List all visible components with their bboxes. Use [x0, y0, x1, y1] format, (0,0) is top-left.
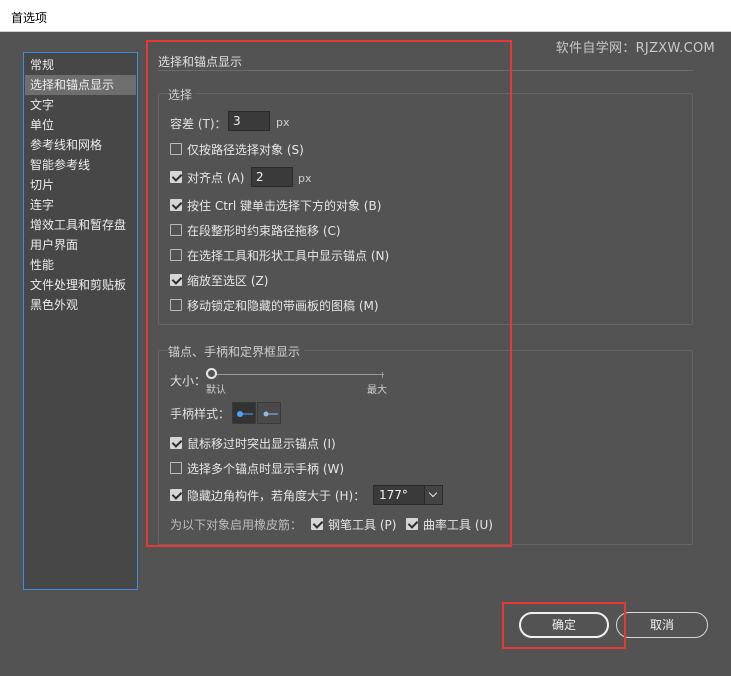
tolerance-unit: px: [276, 116, 290, 129]
tolerance-label: 容差 (T)：: [170, 117, 227, 131]
panel-title: 选择和锚点显示: [158, 55, 243, 69]
curvature-tool-checkbox[interactable]: [406, 518, 418, 530]
handle-style-solid-button[interactable]: [232, 402, 256, 424]
zoom-to-selection-checkbox[interactable]: [170, 274, 182, 286]
pen-tool-checkbox[interactable]: [311, 518, 323, 530]
sidebar-item-plugins-scratch[interactable]: 增效工具和暂存盘: [25, 215, 136, 235]
constrain-path-checkbox[interactable]: [170, 224, 182, 236]
angle-value: 177°: [379, 488, 408, 502]
hide-corner-widget-label: 隐藏边角构件，若角度大于 (H)：: [187, 489, 366, 503]
ok-button[interactable]: 确定: [519, 612, 609, 638]
sidebar-item-type[interactable]: 文字: [25, 95, 136, 115]
sidebar-item-slices[interactable]: 切片: [25, 175, 136, 195]
move-locked-label: 移动锁定和隐藏的带画板的图稿 (M): [187, 299, 379, 313]
zoom-to-selection-label: 缩放至选区 (Z): [187, 274, 269, 288]
sidebar-item-general[interactable]: 常规: [25, 55, 136, 75]
sidebar-item-performance[interactable]: 性能: [25, 255, 136, 275]
pen-tool-label: 钢笔工具 (P): [328, 518, 397, 532]
move-locked-checkbox[interactable]: [170, 299, 182, 311]
handle-hollow-icon: [263, 411, 278, 417]
show-handles-multi-checkbox[interactable]: [170, 462, 182, 474]
ctrl-click-label: 按住 Ctrl 键单击选择下方的对象 (B): [187, 199, 382, 213]
window-title: 首选项: [11, 11, 48, 25]
sidebar-item-units[interactable]: 单位: [25, 115, 136, 135]
snap-to-point-label: 对齐点 (A): [187, 171, 245, 185]
curvature-tool-label: 曲率工具 (U): [423, 518, 493, 532]
chevron-down-icon[interactable]: [424, 486, 442, 504]
sidebar-item-black-appearance[interactable]: 黑色外观: [25, 295, 136, 315]
size-slider-track[interactable]: [210, 374, 384, 375]
snap-distance-unit: px: [298, 172, 312, 185]
ctrl-click-checkbox[interactable]: [170, 199, 182, 211]
size-slider-knob[interactable]: [206, 368, 217, 379]
panel-title-divider: [158, 70, 693, 71]
snap-to-point-checkbox[interactable]: [170, 171, 182, 183]
tolerance-input[interactable]: 3: [228, 111, 270, 131]
sidebar-item-guides-grid[interactable]: 参考线和网格: [25, 135, 136, 155]
show-anchors-checkbox[interactable]: [170, 249, 182, 261]
size-slider-tick-max: [382, 372, 383, 378]
cancel-button[interactable]: 取消: [616, 612, 708, 638]
hide-corner-widget-checkbox[interactable]: [170, 489, 182, 501]
highlight-hover-label: 鼠标移过时突出显示锚点 (I): [187, 437, 336, 451]
rubber-band-label: 为以下对象启用橡皮筋：: [170, 518, 303, 532]
sidebar-item-file-clipboard[interactable]: 文件处理和剪贴板: [25, 275, 136, 295]
angle-combo[interactable]: 177°: [373, 485, 443, 505]
path-only-label: 仅按路径选择对象 (S): [187, 143, 304, 157]
size-min-label: 默认: [206, 385, 226, 396]
title-bar: 首选项: [0, 0, 731, 32]
category-list[interactable]: 常规 选择和锚点显示 文字 单位 参考线和网格 智能参考线 切片 连字 增效工具…: [23, 52, 138, 590]
constrain-path-label: 在段整形时约束路径拖移 (C): [187, 224, 341, 238]
show-handles-multi-label: 选择多个锚点时显示手柄 (W): [187, 462, 345, 476]
sidebar-item-selection-anchor[interactable]: 选择和锚点显示: [25, 75, 136, 95]
snap-distance-input[interactable]: 2: [251, 167, 293, 187]
show-anchors-label: 在选择工具和形状工具中显示锚点 (N): [187, 249, 390, 263]
handle-style-label: 手柄样式：: [170, 407, 231, 421]
path-only-checkbox[interactable]: [170, 143, 182, 155]
size-label: 大小：: [170, 374, 207, 388]
sidebar-item-user-interface[interactable]: 用户界面: [25, 235, 136, 255]
anchor-display-group-label: 锚点、手柄和定界框显示: [168, 343, 305, 360]
sidebar-item-hyphenation[interactable]: 连字: [25, 195, 136, 215]
size-max-label: 最大: [367, 385, 387, 396]
selection-group-label: 选择: [168, 86, 197, 103]
watermark-text: 软件自学网：RJZXW.COM: [555, 41, 715, 56]
handle-style-hollow-button[interactable]: [257, 402, 281, 424]
sidebar-item-smart-guides[interactable]: 智能参考线: [25, 155, 136, 175]
highlight-hover-checkbox[interactable]: [170, 437, 182, 449]
handle-solid-icon: [237, 411, 253, 417]
